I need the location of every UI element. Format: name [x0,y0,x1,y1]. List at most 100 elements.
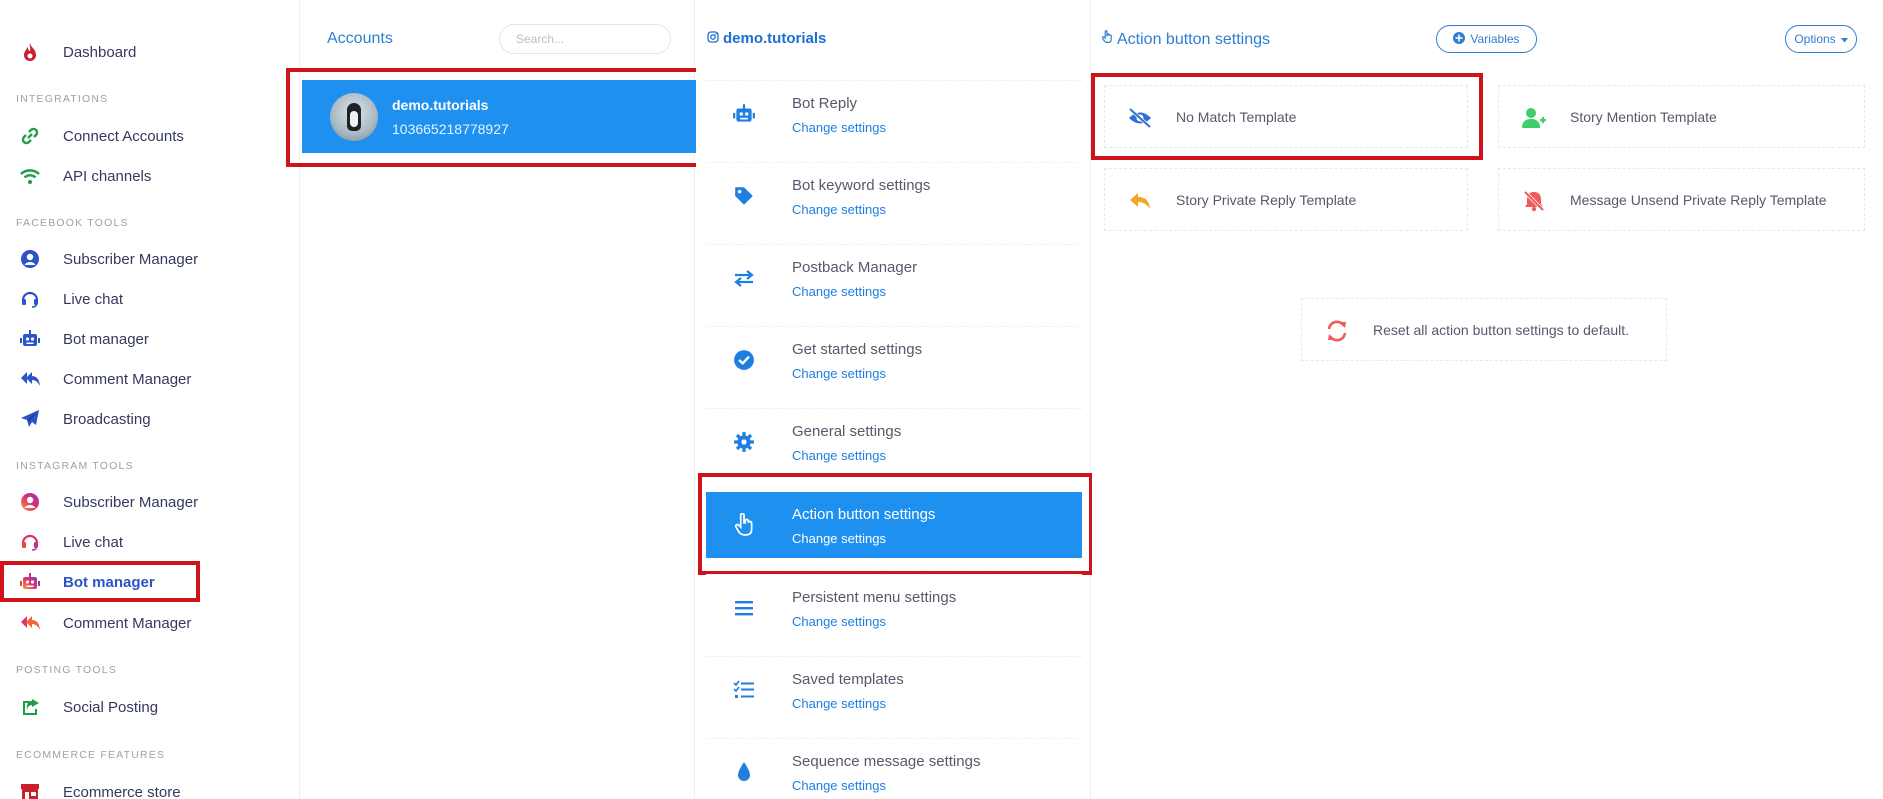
section-heading: POSTING TOOLS [16,664,117,676]
menu-item-title: Postback Manager [792,259,918,276]
sidebar-item-label: Connect Accounts [63,127,184,145]
headset-icon [18,287,42,311]
menu-item-title: Get started settings [792,341,923,358]
panel-title: Action button settings [1101,30,1270,49]
menu-item-general-settings[interactable]: General settings Change settings [706,408,1082,474]
sidebar-item-label: Dashboard [63,43,137,61]
template-label: Story Mention Template [1570,108,1717,125]
sidebar-item-ig-live-chat[interactable]: Live chat [0,526,299,558]
sidebar-item-label: API channels [63,167,152,185]
section-heading: FACEBOOK TOOLS [16,217,129,229]
sidebar-item-connect-accounts[interactable]: Connect Accounts [0,120,299,152]
hand-pointer-icon [1101,30,1113,49]
sync-icon [1324,318,1350,344]
sidebar-item-fb-live-chat[interactable]: Live chat [0,283,299,315]
sidebar-item-label: Social Posting [63,698,159,716]
sidebar-item-label: Comment Manager [63,614,192,632]
change-settings-link[interactable]: Change settings [792,448,886,463]
sidebar-item-api-channels[interactable]: API channels [0,160,299,192]
menu-item-bot-reply[interactable]: Bot Reply Change settings [706,80,1082,146]
link-icon [18,124,42,148]
fire-icon [18,40,42,64]
change-settings-link[interactable]: Change settings [792,614,886,629]
paper-plane-icon [18,407,42,431]
change-settings-link[interactable]: Change settings [792,696,886,711]
sidebar-item-fb-comment-manager[interactable]: Comment Manager [0,363,299,395]
change-settings-link[interactable]: Change settings [792,202,886,217]
highlight-box [286,68,700,167]
template-label: Story Private Reply Template [1176,191,1357,208]
sidebar-item-social-posting[interactable]: Social Posting [0,691,299,723]
story-mention-template-card[interactable]: Story Mention Template [1498,85,1865,148]
change-settings-link[interactable]: Change settings [792,120,886,135]
menu-item-bot-keyword-settings[interactable]: Bot keyword settings Change settings [706,162,1082,228]
sidebar-item-fb-bot-manager[interactable]: Bot manager [0,323,299,355]
menu-item-postback-manager[interactable]: Postback Manager Change settings [706,244,1082,310]
options-label: Options [1794,32,1836,46]
menu-item-title: Bot keyword settings [792,177,931,194]
menu-item-title: Sequence message settings [792,753,981,770]
reset-label: Reset all action button settings to defa… [1373,321,1630,338]
drop-icon [732,760,756,784]
sidebar-item-ig-subscriber-manager[interactable]: Subscriber Manager [0,486,299,518]
menu-item-sequence-message-settings[interactable]: Sequence message settings Change setting… [706,738,1082,799]
sidebar-item-ig-comment-manager[interactable]: Comment Manager [0,607,299,639]
tag-icon [732,184,756,208]
sidebar-item-fb-subscriber-manager[interactable]: Subscriber Manager [0,243,299,275]
options-dropdown[interactable]: Options [1785,25,1857,53]
reply-all-icon [18,611,42,635]
share-square-icon [18,695,42,719]
instagram-icon [707,30,719,47]
menu-item-title: Persistent menu settings [792,589,957,606]
menu-item-saved-templates[interactable]: Saved templates Change settings [706,656,1082,722]
message-unsend-private-reply-template-card[interactable]: Message Unsend Private Reply Template [1498,168,1865,231]
bell-slash-icon [1521,188,1547,214]
sidebar: Dashboard INTEGRATIONS Connect Accounts … [0,0,300,799]
story-private-reply-template-card[interactable]: Story Private Reply Template [1104,168,1468,231]
sidebar-item-label: Bot manager [63,330,149,348]
sidebar-item-ecommerce-store[interactable]: Ecommerce store [0,776,299,799]
section-heading: ECOMMERCE FEATURES [16,749,166,761]
change-settings-link[interactable]: Change settings [792,284,886,299]
highlight-box [1091,73,1483,160]
store-icon [18,780,42,799]
panel-title: Accounts [327,30,393,47]
section-heading: INSTAGRAM TOOLS [16,460,134,472]
menu-item-get-started-settings[interactable]: Get started settings Change settings [706,326,1082,392]
gear-icon [732,430,756,454]
robot-icon [732,102,756,126]
menu-title: demo.tutorials [707,30,826,47]
menu-item-title: Bot Reply [792,95,858,112]
sidebar-item-label: Broadcasting [63,410,151,428]
user-plus-icon [1521,105,1547,131]
section-heading: INTEGRATIONS [16,93,109,105]
robot-icon [18,327,42,351]
menu-item-title: General settings [792,423,902,440]
change-settings-link[interactable]: Change settings [792,778,886,793]
caret-down-icon [1840,32,1848,46]
panel-title-text: Action button settings [1117,30,1270,48]
change-settings-link[interactable]: Change settings [792,366,886,381]
exchange-icon [732,266,756,290]
reset-defaults-card[interactable]: Reset all action button settings to defa… [1301,298,1667,361]
sidebar-item-label: Ecommerce store [63,783,181,799]
wifi-icon [18,164,42,188]
variables-button[interactable]: Variables [1436,25,1537,53]
tasks-icon [732,678,756,702]
search-input[interactable] [499,24,671,54]
menu-item-persistent-menu-settings[interactable]: Persistent menu settings Change settings [706,574,1082,640]
bars-icon [732,596,756,620]
plus-circle-icon [1453,31,1466,47]
sidebar-item-fb-broadcasting[interactable]: Broadcasting [0,403,299,435]
user-circle-icon [18,247,42,271]
sidebar-item-label: Live chat [63,290,124,308]
sidebar-item-dashboard[interactable]: Dashboard [0,36,299,68]
headset-icon [18,530,42,554]
highlight-box [698,473,1093,575]
menu-item-title: Saved templates [792,671,904,688]
sidebar-item-label: Comment Manager [63,370,192,388]
sidebar-item-label: Subscriber Manager [63,250,199,268]
variables-label: Variables [1470,32,1520,46]
reply-all-icon [18,367,42,391]
check-circle-icon [732,348,756,372]
